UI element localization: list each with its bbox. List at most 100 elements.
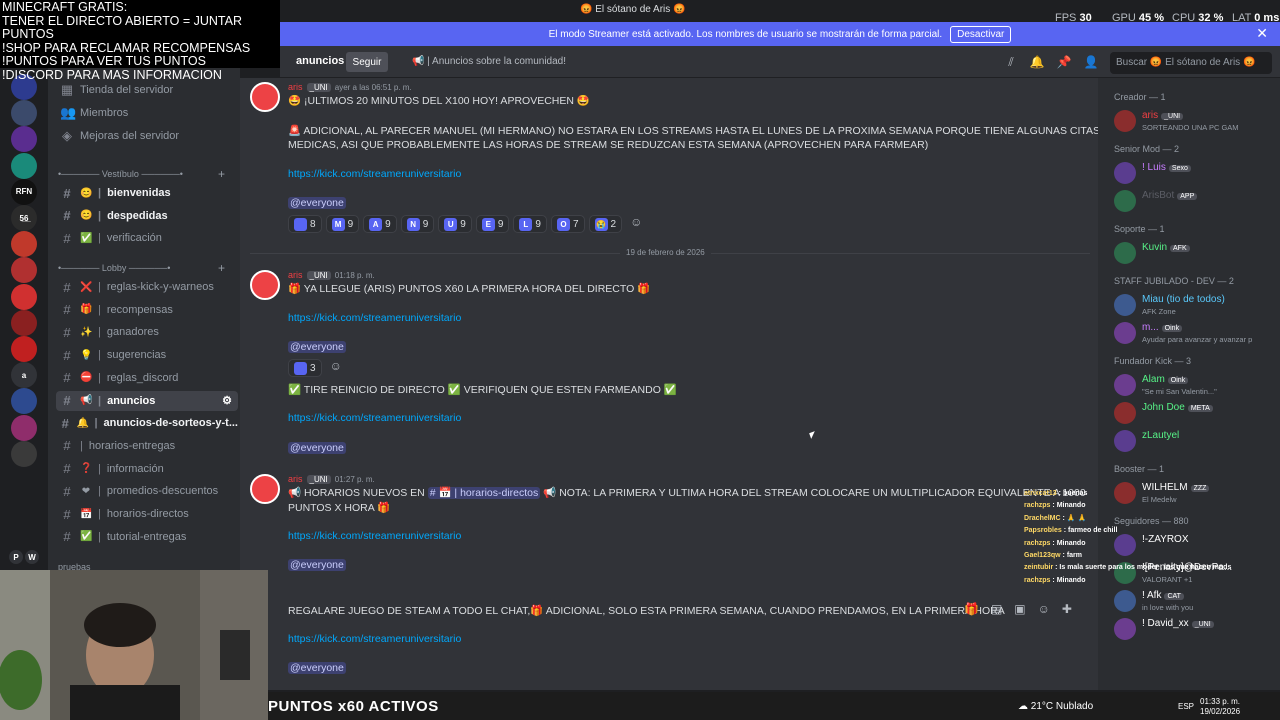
message-author[interactable]: aris <box>288 474 303 484</box>
close-icon[interactable]: ✕ <box>1256 25 1268 42</box>
kick-link[interactable]: https://kick.com/streameruniversitario <box>288 530 461 542</box>
threads-icon[interactable]: ⫽ <box>1003 55 1019 71</box>
sidebar-item-channel[interactable]: # 😊 | bienvenidas <box>56 183 238 203</box>
everyone-mention[interactable]: @everyone <box>288 341 346 353</box>
emoji-icon[interactable]: ☺ <box>1038 602 1050 616</box>
weather-widget[interactable]: ☁ 21°C Nublado <box>1018 701 1093 712</box>
apps-icon[interactable]: ✚ <box>1062 602 1072 616</box>
avatar[interactable] <box>1114 590 1136 612</box>
avatar[interactable] <box>250 270 280 300</box>
sidebar-item-channel[interactable]: # ⛔ | reglas_discord <box>56 368 238 388</box>
reaction-button[interactable]: U9 <box>438 215 472 233</box>
member-item[interactable]: Kuvin AFK <box>1114 240 1274 268</box>
channel-reference[interactable]: # 📅 | horarios-directos <box>427 487 541 499</box>
avatar[interactable] <box>1114 294 1136 316</box>
message-author[interactable]: aris <box>288 270 303 280</box>
member-item[interactable]: zLautyel <box>1114 428 1274 456</box>
avatar[interactable] <box>1114 162 1136 184</box>
everyone-mention[interactable]: @everyone <box>288 197 346 209</box>
server-icon[interactable]: RFN <box>11 178 37 205</box>
server-icon[interactable] <box>11 152 37 179</box>
sidebar-item-channel[interactable]: # 🔔 | anuncios-de-sorteos-y-t... <box>56 413 238 433</box>
kick-link[interactable]: https://kick.com/streameruniversitario <box>288 412 461 424</box>
avatar[interactable] <box>1114 110 1136 132</box>
category-vestibulo[interactable]: •────── Vestíbulo ──────• <box>58 169 183 179</box>
message-author[interactable]: aris <box>288 82 303 92</box>
member-item[interactable]: John Doe META <box>1114 400 1274 428</box>
member-item[interactable]: ! David_xx _UNI <box>1114 616 1274 644</box>
member-item[interactable]: aris _UNI SORTEANDO UNA PC GAM <box>1114 108 1274 136</box>
sidebar-item-channel[interactable]: # ✅ | tutorial-entregas <box>56 527 238 547</box>
member-item[interactable]: ! Luis Sexo <box>1114 160 1274 188</box>
reaction-button[interactable]: 3 <box>288 359 322 377</box>
sidebar-item-channel[interactable]: # 📢 | anuncios ⚙ <box>56 390 238 411</box>
everyone-mention[interactable]: @everyone <box>288 442 346 454</box>
profile-w-icon[interactable]: W <box>25 550 39 564</box>
language-indicator[interactable]: ESP <box>1178 702 1194 711</box>
members-list-icon[interactable]: 👤 <box>1083 55 1099 71</box>
avatar[interactable] <box>1114 618 1136 640</box>
sidebar-item-channel[interactable]: # ✨ | ganadores <box>56 322 238 342</box>
follow-button[interactable]: Seguir <box>346 52 388 72</box>
member-item[interactable]: ! Afk CAT in love with you <box>1114 588 1274 616</box>
gear-icon[interactable]: ⚙ <box>222 394 232 407</box>
sidebar-item-channel[interactable]: # 💡 | sugerencias <box>56 345 238 365</box>
bell-icon[interactable]: 🔔 <box>1029 55 1045 71</box>
disable-streamer-mode-button[interactable]: Desactivar <box>950 25 1012 43</box>
category-lobby[interactable]: •────── Lobby ──────• <box>58 263 170 273</box>
sidebar-item-channel[interactable]: # ❌ | reglas-kick-y-warneos <box>56 277 238 297</box>
avatar[interactable] <box>1114 190 1136 212</box>
add-channel-icon[interactable]: + <box>218 167 225 181</box>
kick-link[interactable]: https://kick.com/streameruniversitario <box>288 312 461 324</box>
sidebar-item-channel[interactable]: # 🎁 | recompensas <box>56 300 238 320</box>
server-icon[interactable] <box>11 283 37 310</box>
reaction-button[interactable]: 8 <box>288 215 322 233</box>
server-icon[interactable] <box>11 414 37 441</box>
sidebar-item-channel[interactable]: # 📅 | horarios-directos <box>56 504 238 524</box>
add-channel-icon[interactable]: + <box>218 261 225 275</box>
server-icon[interactable]: a <box>11 362 37 389</box>
add-reaction-icon[interactable]: ☺ <box>630 215 642 233</box>
pin-icon[interactable]: 📌 <box>1056 55 1072 71</box>
add-reaction-icon[interactable]: ☺ <box>330 359 342 377</box>
server-icon[interactable] <box>11 336 37 362</box>
avatar[interactable] <box>1114 242 1136 264</box>
everyone-mention[interactable]: @everyone <box>288 662 346 674</box>
server-icon[interactable] <box>11 309 37 336</box>
member-item[interactable]: ArisBot APP <box>1114 188 1274 216</box>
reaction-button[interactable]: N9 <box>400 215 435 233</box>
taskbar-clock[interactable]: 01:33 p. m. 19/02/2026 <box>1200 697 1240 717</box>
server-icon[interactable] <box>11 231 37 258</box>
search-input[interactable]: Buscar 😡 El sótano de Aris 😡 <box>1110 52 1272 74</box>
sidebar-item-channel[interactable]: # ✅ | verificación <box>56 228 238 248</box>
profile-p-icon[interactable]: P <box>9 550 23 564</box>
reaction-button[interactable]: E9 <box>475 215 510 233</box>
reaction-button[interactable]: M9 <box>325 215 360 233</box>
sidebar-item-channel[interactable]: # 😊 | despedidas <box>56 206 238 226</box>
sticker-icon[interactable]: ▣ <box>1014 602 1025 616</box>
sidebar-item-server-boost[interactable]: ◈ Mejoras del servidor <box>56 126 238 146</box>
server-icon[interactable] <box>11 440 37 467</box>
avatar[interactable] <box>250 474 280 504</box>
gift-icon[interactable]: 🎁 <box>964 602 979 616</box>
kick-link[interactable]: https://kick.com/streameruniversitario <box>288 168 461 180</box>
reaction-button[interactable]: O7 <box>550 215 585 233</box>
server-icon[interactable] <box>11 100 37 127</box>
gif-icon[interactable]: ▤ <box>991 602 1002 616</box>
avatar[interactable] <box>1114 374 1136 396</box>
sidebar-item-server-shop[interactable]: ▦ Tienda del servidor <box>56 80 238 100</box>
sidebar-item-members[interactable]: 👥 Miembros <box>56 103 238 123</box>
server-icon[interactable] <box>11 126 37 153</box>
member-item[interactable]: Alam Oink "Se mi San Valentin..." <box>1114 372 1274 400</box>
server-icon[interactable] <box>11 257 37 284</box>
avatar[interactable] <box>1114 402 1136 424</box>
sidebar-item-channel[interactable]: # ❤ | promedios-descuentos <box>56 481 238 501</box>
reaction-button[interactable]: L9 <box>513 215 547 233</box>
avatar[interactable] <box>1114 322 1136 344</box>
avatar[interactable] <box>1114 430 1136 452</box>
kick-link[interactable]: https://kick.com/streameruniversitario <box>288 633 461 645</box>
reaction-button[interactable]: 😭 2 <box>588 215 623 233</box>
sidebar-item-channel[interactable]: # | horarios-entregas <box>56 436 238 456</box>
member-item[interactable]: Miau (tio de todos) AFK Zone <box>1114 292 1274 320</box>
server-icon[interactable]: 5̲6̲ <box>11 205 37 231</box>
